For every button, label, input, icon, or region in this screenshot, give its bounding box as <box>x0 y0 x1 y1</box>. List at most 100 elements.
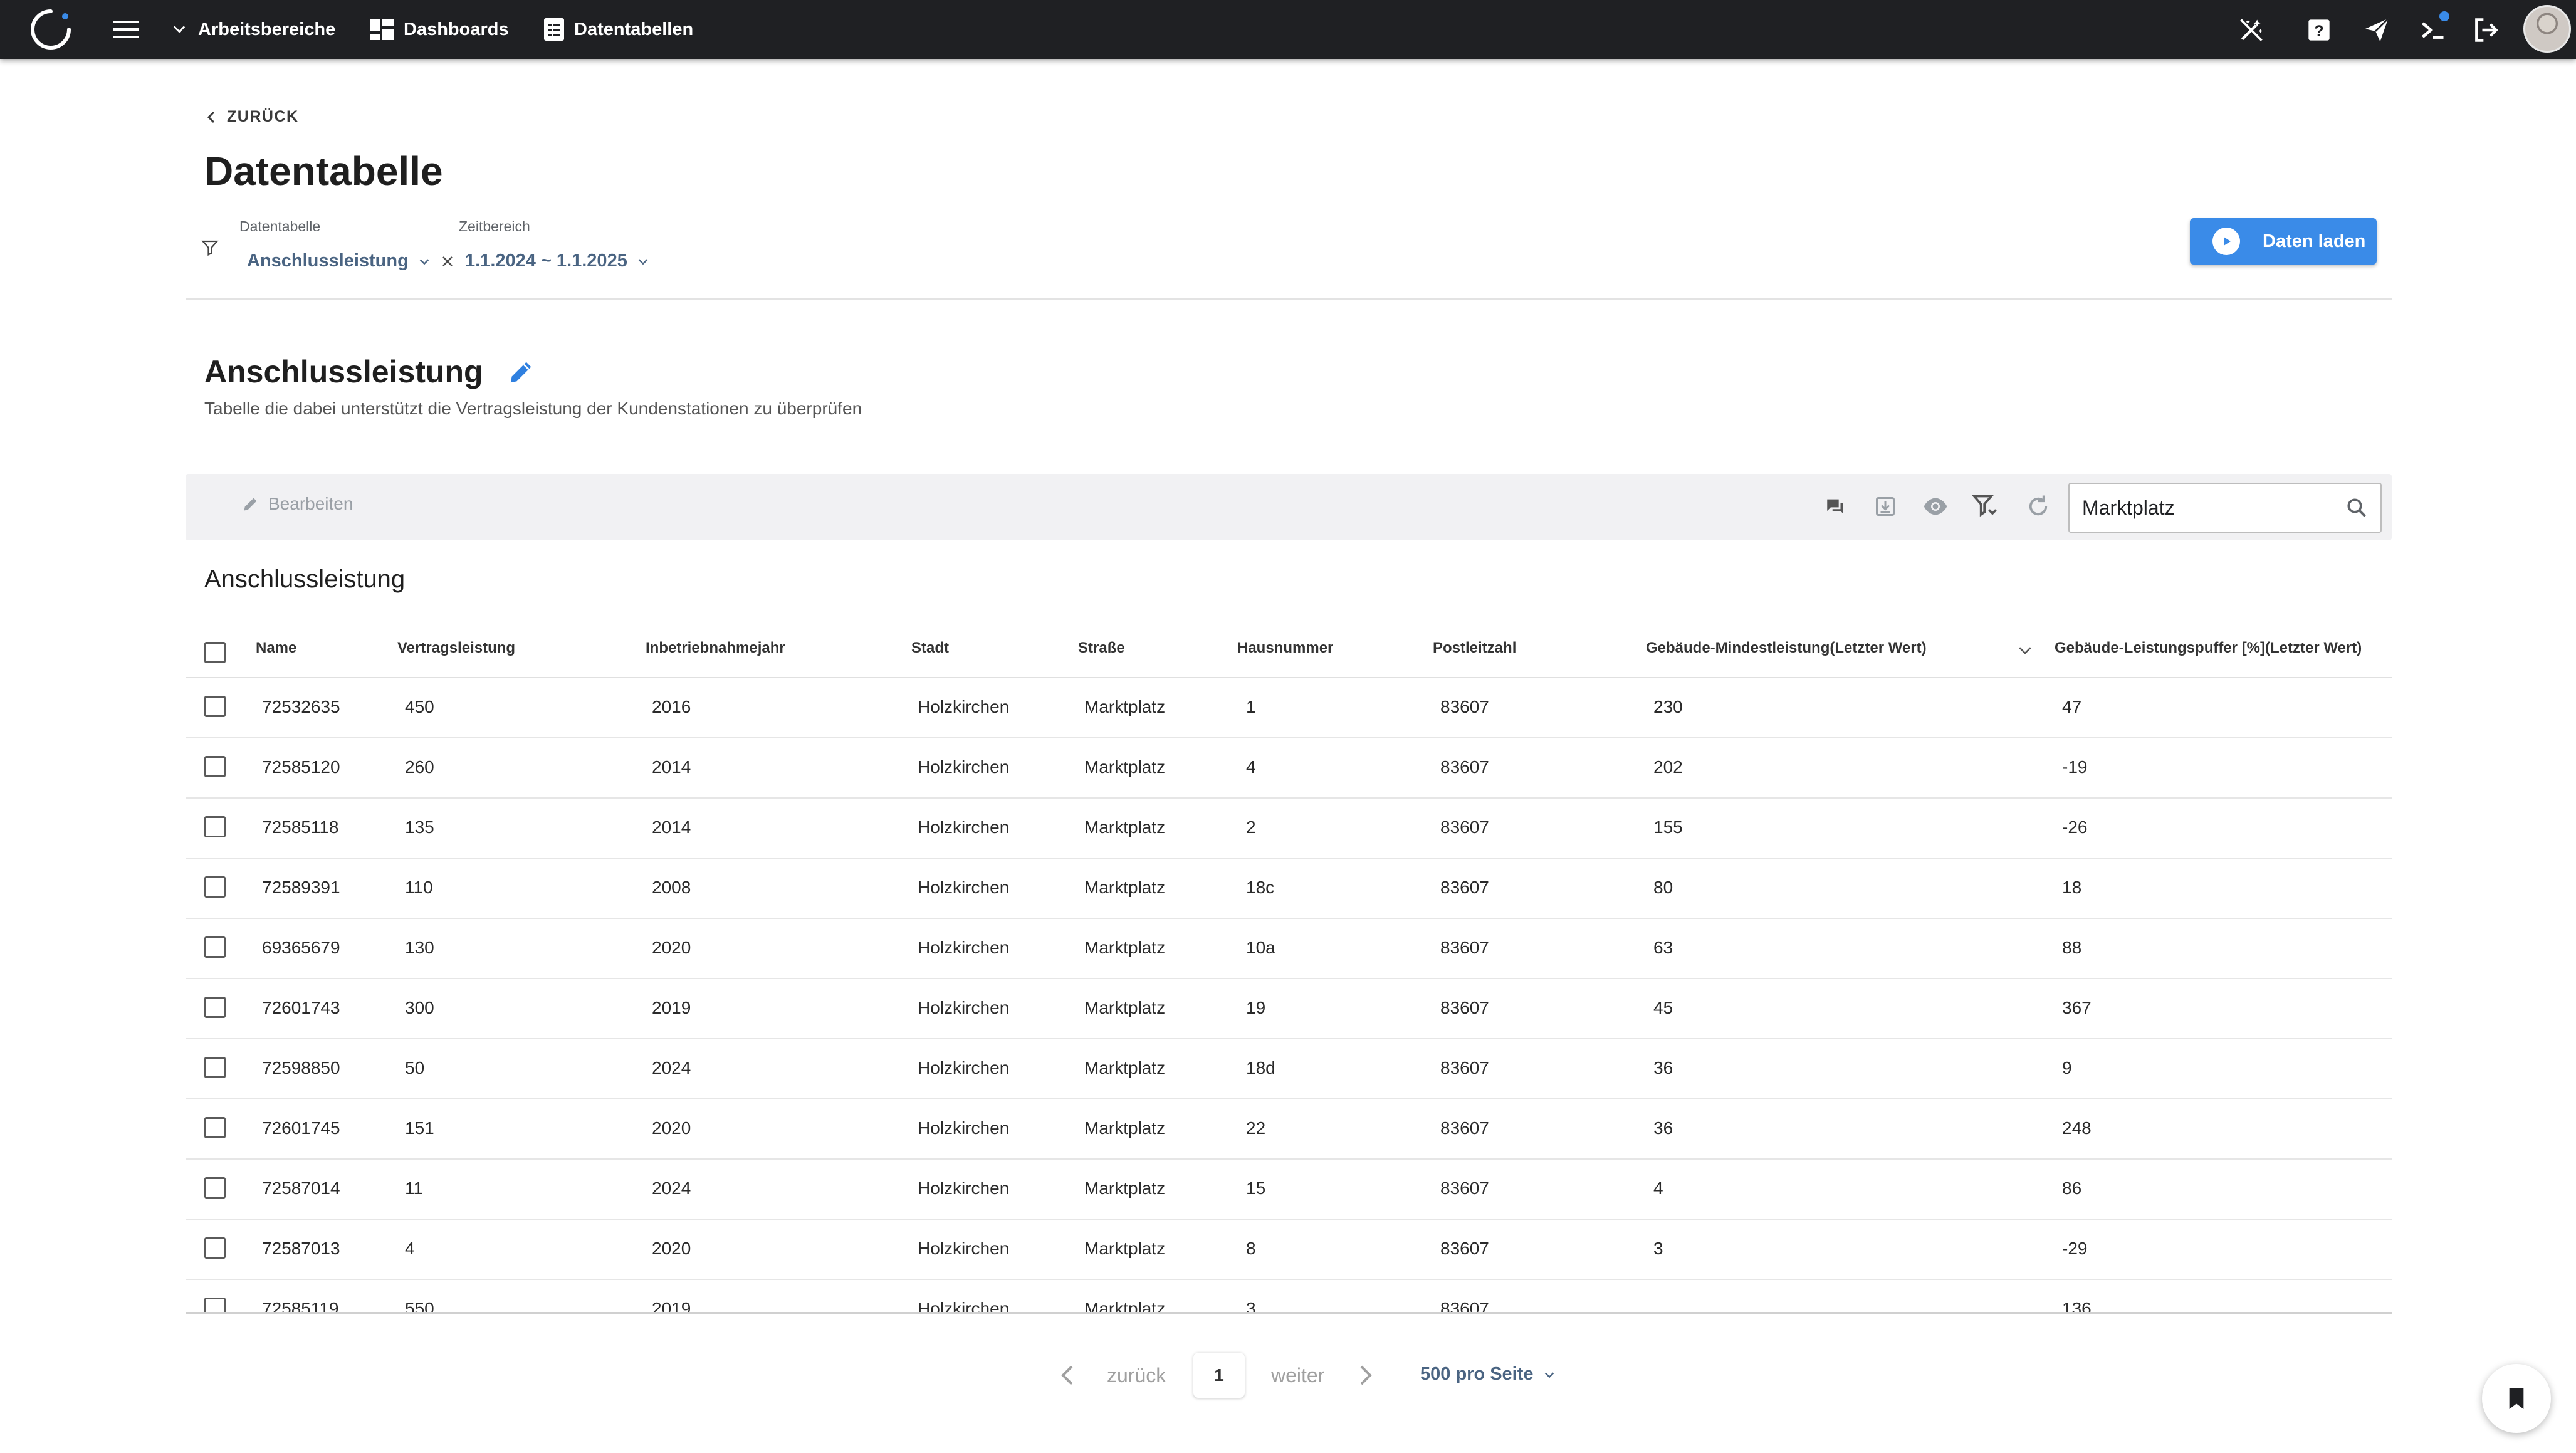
cell-leistungspuffer: 136 <box>2062 1299 2092 1314</box>
cell-vertragsleistung: 110 <box>405 878 433 897</box>
cell-postleitzahl: 83607 <box>1440 998 1489 1017</box>
nav-workspaces[interactable]: Arbeitsbereiche <box>170 0 335 59</box>
table-row[interactable]: 72585120 260 2014 Holzkirchen Marktplatz 4 836… <box>186 738 2392 799</box>
column-header-stadt[interactable]: Stadt <box>911 639 949 657</box>
terminal-icon[interactable] <box>2418 11 2449 45</box>
bookmark-button[interactable] <box>2482 1364 2551 1433</box>
cell-leistungspuffer: 88 <box>2062 938 2082 957</box>
column-header-inbetriebnahmejahr[interactable]: Inbetriebnahmejahr <box>646 639 785 657</box>
hamburger-menu-icon[interactable] <box>112 18 140 41</box>
row-checkbox[interactable] <box>204 936 226 958</box>
table-row[interactable]: 72585119 550 2019 Holzkirchen Marktplatz 3 836… <box>186 1280 2392 1314</box>
nav-dashboards[interactable]: Dashboards <box>370 0 509 59</box>
pencil-icon <box>244 498 257 511</box>
cell-inbetriebnahmejahr: 2024 <box>652 1058 691 1078</box>
search-field[interactable] <box>2068 483 2382 533</box>
table-row[interactable]: 72585118 135 2014 Holzkirchen Marktplatz 2 836… <box>186 799 2392 859</box>
back-label: ZURÜCK <box>227 108 299 125</box>
comments-icon[interactable] <box>1819 490 1851 523</box>
cell-leistungspuffer: 367 <box>2062 998 2092 1017</box>
cell-vertragsleistung: 550 <box>405 1299 434 1314</box>
chevron-right-icon[interactable] <box>1356 1363 1375 1388</box>
send-icon[interactable] <box>2362 15 2392 45</box>
row-checkbox[interactable] <box>204 816 226 837</box>
cell-mindestleistung: 230 <box>1653 697 1683 716</box>
row-checkbox[interactable] <box>204 1237 226 1259</box>
timerange-select[interactable]: 1.1.2024 ~ 1.1.2025 <box>465 251 650 271</box>
cell-stadt: Holzkirchen <box>918 1239 1010 1258</box>
column-header-name[interactable]: Name <box>256 639 296 657</box>
logout-icon[interactable] <box>2471 15 2501 45</box>
column-header-hausnummer[interactable]: Hausnummer <box>1237 639 1333 657</box>
cell-postleitzahl: 83607 <box>1440 938 1489 957</box>
svg-text:?: ? <box>2314 23 2323 40</box>
cell-vertragsleistung: 260 <box>405 757 434 777</box>
pagination-next[interactable]: weiter <box>1271 1364 1324 1387</box>
pencil-icon[interactable] <box>507 357 536 386</box>
download-icon[interactable] <box>1869 490 1902 523</box>
table-row[interactable]: 69365679 130 2020 Holzkirchen Marktplatz 10a 8… <box>186 919 2392 979</box>
row-checkbox[interactable] <box>204 1117 226 1138</box>
cell-stadt: Holzkirchen <box>918 1058 1010 1078</box>
table-row[interactable]: 72589391 110 2008 Holzkirchen Marktplatz 18c 8… <box>186 859 2392 919</box>
select-all-checkbox[interactable] <box>204 642 226 663</box>
edit-button[interactable]: Bearbeiten <box>242 494 353 514</box>
cell-hausnummer: 19 <box>1246 998 1266 1017</box>
visibility-icon[interactable] <box>1919 490 1952 523</box>
refresh-icon[interactable] <box>2022 490 2055 523</box>
cell-stadt: Holzkirchen <box>918 697 1010 716</box>
table-row[interactable]: 72601743 300 2019 Holzkirchen Marktplatz 19 83… <box>186 979 2392 1039</box>
chevron-left-icon <box>207 111 215 123</box>
row-checkbox[interactable] <box>204 876 226 898</box>
column-header-vertragsleistung[interactable]: Vertragsleistung <box>397 639 515 657</box>
column-header-leistungspuffer[interactable]: Gebäude-Leistungspuffer [%](Letzter Wert… <box>2055 639 2362 657</box>
chevron-left-icon[interactable] <box>1058 1363 1077 1388</box>
column-header-postleitzahl[interactable]: Postleitzahl <box>1433 639 1516 657</box>
magic-off-icon[interactable] <box>2236 15 2266 45</box>
cell-name: 72585120 <box>262 757 340 777</box>
cell-strasse: Marktplatz <box>1084 998 1166 1017</box>
cell-strasse: Marktplatz <box>1084 878 1166 897</box>
column-header-mindestleistung[interactable]: Gebäude-Mindestleistung(Letzter Wert) <box>1646 639 1927 657</box>
pagination-prev[interactable]: zurück <box>1107 1364 1166 1387</box>
table-row[interactable]: 72601745 151 2020 Holzkirchen Marktplatz 22 83… <box>186 1099 2392 1160</box>
filter-options-icon[interactable] <box>1969 490 2002 523</box>
cell-inbetriebnahmejahr: 2024 <box>652 1178 691 1198</box>
search-input[interactable] <box>2082 496 2345 520</box>
cell-hausnummer: 8 <box>1246 1239 1256 1258</box>
clear-icon[interactable] <box>440 254 455 269</box>
row-checkbox[interactable] <box>204 756 226 777</box>
help-icon[interactable]: ? <box>2304 15 2334 45</box>
cell-name: 72589391 <box>262 878 340 897</box>
load-data-button[interactable]: Daten laden <box>2190 218 2377 265</box>
play-icon <box>2212 228 2240 255</box>
table-row[interactable]: 72587013 4 2020 Holzkirchen Marktplatz 8 83607… <box>186 1220 2392 1280</box>
datatable-select[interactable]: Anschlussleistung <box>247 251 455 271</box>
cell-leistungspuffer: 248 <box>2062 1118 2092 1138</box>
cell-leistungspuffer: 86 <box>2062 1178 2082 1198</box>
section-title-text: Anschlussleistung <box>204 354 483 389</box>
cell-postleitzahl: 83607 <box>1440 697 1489 716</box>
cell-leistungspuffer: 18 <box>2062 878 2082 897</box>
row-checkbox[interactable] <box>204 997 226 1018</box>
table-row[interactable]: 72532635 450 2016 Holzkirchen Marktplatz 1 836… <box>186 678 2392 738</box>
user-avatar[interactable] <box>2523 5 2571 53</box>
rows-per-page-select[interactable]: 500 pro Seite <box>1420 1364 1556 1385</box>
pagination-current-page[interactable]: 1 <box>1193 1353 1245 1398</box>
table-row[interactable]: 72598850 50 2024 Holzkirchen Marktplatz 18d 83… <box>186 1039 2392 1099</box>
app-logo[interactable] <box>28 6 74 53</box>
row-checkbox[interactable] <box>204 1057 226 1078</box>
search-icon[interactable] <box>2345 496 2368 520</box>
column-header-strasse[interactable]: Straße <box>1078 639 1125 657</box>
table-row[interactable]: 72587014 11 2024 Holzkirchen Marktplatz 15 836… <box>186 1160 2392 1220</box>
row-checkbox[interactable] <box>204 696 226 717</box>
row-checkbox[interactable] <box>204 1177 226 1199</box>
row-checkbox[interactable] <box>204 1298 226 1312</box>
back-link[interactable]: ZURÜCK <box>206 108 299 126</box>
cell-vertragsleistung: 300 <box>405 998 434 1017</box>
nav-datatables[interactable]: Datentabellen <box>544 0 693 59</box>
datatable-field-label: Datentabelle <box>239 218 321 234</box>
cell-postleitzahl: 83607 <box>1440 878 1489 897</box>
cell-stadt: Holzkirchen <box>918 938 1010 957</box>
sort-chevron-down-icon[interactable] <box>2016 641 2034 659</box>
